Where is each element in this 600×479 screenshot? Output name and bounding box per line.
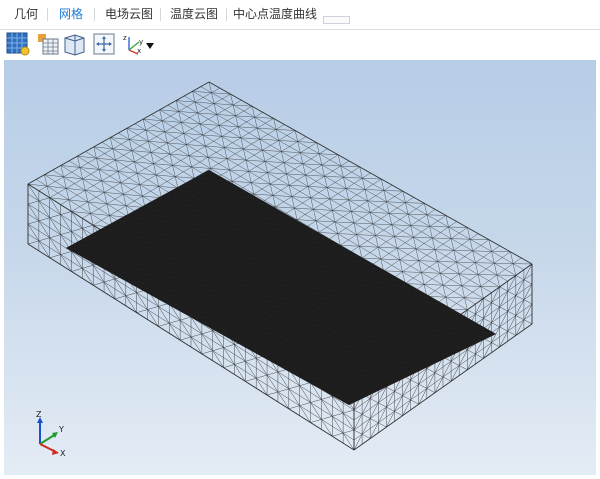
axis-orientation-icon: z y x [123, 34, 154, 55]
mesh-generate-icon [6, 32, 30, 56]
axis-y-label: Y [58, 425, 64, 434]
tab-center-temperature-curve[interactable]: 中心点温度曲线 [230, 0, 320, 29]
axis-z-label: Z [36, 410, 42, 419]
tab-placeholder[interactable] [323, 16, 350, 24]
inner-mesh [65, 169, 497, 406]
toolbar: z y x [0, 30, 600, 58]
svg-text:y: y [139, 38, 143, 46]
fit-view-icon [93, 33, 115, 55]
tab-electric-field[interactable]: 电场云图 [98, 0, 160, 29]
svg-text:z: z [123, 34, 127, 42]
axis-x-label: X [60, 449, 66, 458]
svg-text:x: x [137, 47, 141, 55]
tab-divider [94, 8, 95, 21]
tab-divider [47, 8, 48, 21]
tab-geometry[interactable]: 几何 [6, 0, 46, 29]
tab-divider [226, 8, 227, 21]
view-box-icon [64, 34, 85, 56]
3d-viewport[interactable]: Z Y X [4, 60, 596, 475]
tab-bar: 几何 网格 电场云图 温度云图 中心点温度曲线 [0, 0, 600, 30]
mesh-table-icon [38, 34, 59, 55]
mesh-table-button[interactable] [36, 32, 62, 56]
mesh-model [27, 81, 533, 451]
tab-mesh[interactable]: 网格 [50, 0, 92, 29]
tab-divider [160, 8, 161, 21]
mesh-generate-button[interactable] [6, 32, 32, 56]
axis-orientation-button[interactable]: z y x [120, 32, 160, 56]
fit-view-button[interactable] [92, 32, 118, 56]
tab-temperature[interactable]: 温度云图 [163, 0, 225, 29]
view-box-button[interactable] [62, 32, 88, 56]
axis-triad: Z Y X [36, 410, 66, 458]
